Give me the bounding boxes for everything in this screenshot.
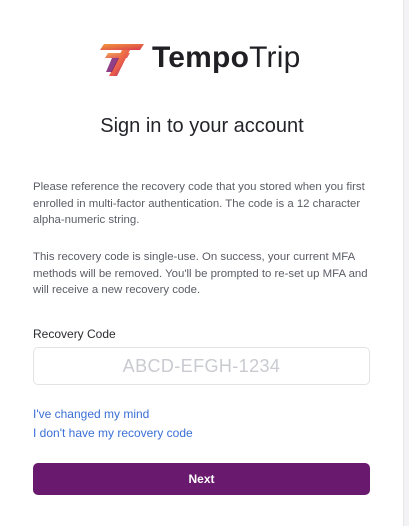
recovery-code-label: Recovery Code — [33, 327, 116, 341]
tempotrip-logo: TempoTrip — [100, 38, 300, 78]
no-recovery-code-link[interactable]: I don't have my recovery code — [33, 426, 193, 440]
brand-name-bold: Tempo — [152, 41, 250, 74]
tempotrip-wordmark: TempoTrip — [152, 38, 300, 78]
single-use-notice-paragraph: This recovery code is single-use. On suc… — [33, 251, 368, 296]
page-title: Sign in to your account — [100, 115, 304, 137]
brand-name-light: Trip — [249, 41, 301, 74]
tempotrip-logo-icon — [100, 44, 144, 76]
recovery-code-input[interactable] — [33, 347, 370, 385]
sign-in-card: TempoTrip Sign in to your account Please… — [0, 0, 404, 526]
page: TempoTrip Sign in to your account Please… — [0, 0, 409, 526]
recovery-instructions-paragraph: Please reference the recovery code that … — [33, 181, 365, 226]
next-button[interactable]: Next — [33, 463, 370, 495]
changed-mind-link[interactable]: I've changed my mind — [33, 407, 149, 421]
